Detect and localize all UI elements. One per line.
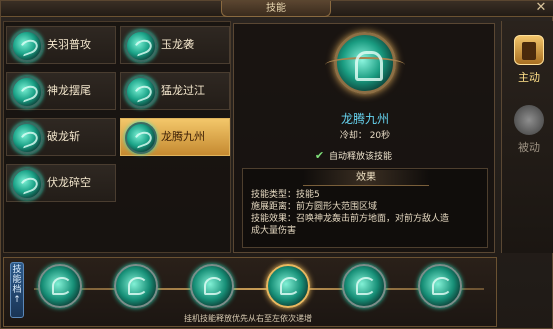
selected-skill-icon <box>325 32 405 94</box>
effect-line: 技能效果：召唤神龙轰击前方地面，对前方敌人造 <box>251 214 450 224</box>
effect-line: 施展距离：前方圆形大范围区域 <box>251 202 378 212</box>
window-title: 技能 <box>221 1 331 17</box>
skill-label: 龙腾九州 <box>161 130 205 143</box>
sequence-slot-1[interactable] <box>38 264 82 308</box>
sequence-slot-2[interactable] <box>114 264 158 308</box>
effect-line: 成大量伤害 <box>251 226 297 236</box>
skill-slot-3[interactable]: 神龙摆尾 <box>6 72 116 110</box>
effect-title: 效果 <box>303 170 429 186</box>
skill-slot-5[interactable]: 破龙斩 <box>6 118 116 156</box>
skill-icon <box>125 122 157 154</box>
tab-active-skills[interactable]: 主动 <box>505 35 553 85</box>
skill-icon <box>11 122 43 154</box>
skill-slot-2[interactable]: 玉龙袭 <box>120 26 230 64</box>
skills-window: 技能 ✕ 关羽普攻 玉龙袭 神龙摆尾 猛龙过江 破龙斩 龙腾九州 伏龙碎空 龙腾… <box>0 0 553 329</box>
skill-list-panel: 关羽普攻 玉龙袭 神龙摆尾 猛龙过江 破龙斩 龙腾九州 伏龙碎空 <box>3 21 231 253</box>
auto-cast-toggle[interactable]: ✔ 自动释放该技能 <box>314 148 392 162</box>
sequence-slot-4[interactable] <box>266 264 310 308</box>
sequence-slot-6[interactable] <box>418 264 462 308</box>
tab-label: 主动 <box>518 71 540 84</box>
auto-cast-label: 自动释放该技能 <box>329 151 393 162</box>
sequence-label-text: 技能档 <box>12 265 22 295</box>
skill-label: 破龙斩 <box>47 130 80 143</box>
skill-label: 神龙摆尾 <box>47 84 91 97</box>
sequence-hint: 挂机技能释放优先从右至左依次递增 <box>184 314 312 323</box>
book-icon <box>514 35 544 65</box>
sequence-slot-3[interactable] <box>190 264 234 308</box>
cooldown-text: 冷却： 20秒 <box>339 131 391 141</box>
skill-slot-4[interactable]: 猛龙过江 <box>120 72 230 110</box>
tab-passive-skills[interactable]: 被动 <box>505 105 553 155</box>
tab-label: 被动 <box>518 141 540 154</box>
sequence-label: 技能档 ↑ <box>10 262 24 318</box>
skill-slot-1[interactable]: 关羽普攻 <box>6 26 116 64</box>
skill-name: 龙腾九州 <box>340 112 389 126</box>
skill-sequence-bar: 技能档 ↑ 挂机技能释放优先从右至左依次递增 <box>3 257 497 327</box>
effect-box: 效果 技能类型：技能5 施展距离：前方圆形大范围区域 技能效果：召唤神龙轰击前方… <box>242 168 488 248</box>
skill-label: 猛龙过江 <box>161 84 205 97</box>
checkmark-icon[interactable]: ✔ <box>314 150 325 161</box>
skill-icon <box>11 30 43 62</box>
skill-icon <box>11 76 43 108</box>
skill-label: 关羽普攻 <box>47 38 91 51</box>
skill-slot-7[interactable]: 伏龙碎空 <box>6 164 116 202</box>
skill-label: 玉龙袭 <box>161 38 194 51</box>
skill-slot-6-selected[interactable]: 龙腾九州 <box>120 118 230 156</box>
meditation-icon <box>514 105 544 135</box>
effect-line: 技能类型：技能5 <box>251 190 320 200</box>
arrow-up-icon: ↑ <box>13 295 21 305</box>
side-tabs: 主动 被动 <box>501 21 553 253</box>
sequence-line <box>34 288 484 290</box>
close-icon[interactable]: ✕ <box>531 1 551 16</box>
skill-icon <box>125 76 157 108</box>
skill-label: 伏龙碎空 <box>47 176 91 189</box>
skill-icon <box>11 168 43 200</box>
skill-detail-panel: 龙腾九州 冷却： 20秒 ✔ 自动释放该技能 效果 技能类型：技能5 施展距离：… <box>233 23 495 253</box>
skill-icon <box>125 30 157 62</box>
sequence-slot-5[interactable] <box>342 264 386 308</box>
